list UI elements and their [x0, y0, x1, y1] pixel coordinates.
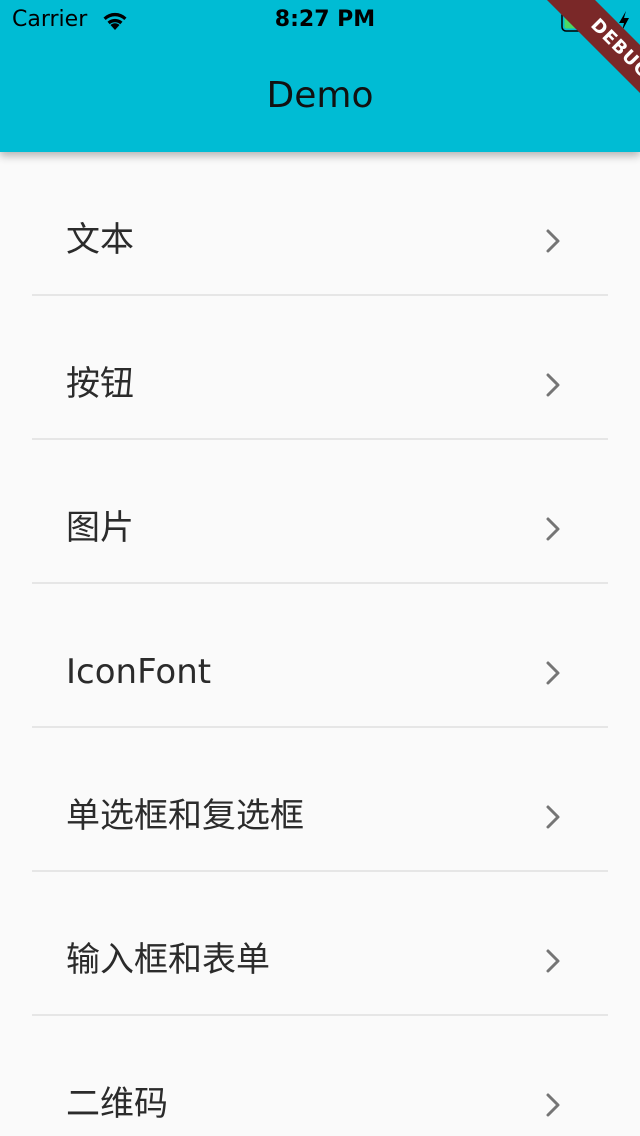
list-item-label: 文本: [66, 220, 134, 260]
list-item-label: IconFont: [66, 652, 212, 692]
list-item-button[interactable]: 按钮: [32, 296, 608, 440]
demo-menu-list: 文本 按钮 图片 IconFont 单选框和复选框 输入框和表单 二维码: [0, 152, 640, 1136]
list-item-radio-checkbox[interactable]: 单选框和复选框: [32, 728, 608, 872]
app-screen: Carrier 8:27 PM Demo DEBUG 文本 按钮 图片 Icon…: [0, 0, 640, 1136]
list-item-label: 单选框和复选框: [66, 796, 304, 836]
chevron-right-icon: [546, 805, 560, 829]
list-item-image[interactable]: 图片: [32, 440, 608, 584]
list-item-text[interactable]: 文本: [32, 152, 608, 296]
chevron-right-icon: [546, 949, 560, 973]
list-item-label: 图片: [66, 508, 134, 548]
list-item-qrcode[interactable]: 二维码: [32, 1016, 608, 1136]
list-item-label: 按钮: [66, 364, 134, 404]
chevron-right-icon: [546, 373, 560, 397]
debug-banner: DEBUG: [510, 0, 640, 130]
list-item-label: 二维码: [66, 1084, 168, 1124]
chevron-right-icon: [546, 517, 560, 541]
chevron-right-icon: [546, 1093, 560, 1117]
chevron-right-icon: [546, 229, 560, 253]
debug-banner-label: DEBUG: [537, 0, 640, 130]
list-item-label: 输入框和表单: [66, 940, 270, 980]
list-item-input-form[interactable]: 输入框和表单: [32, 872, 608, 1016]
list-item-iconfont[interactable]: IconFont: [32, 584, 608, 728]
chevron-right-icon: [546, 661, 560, 685]
